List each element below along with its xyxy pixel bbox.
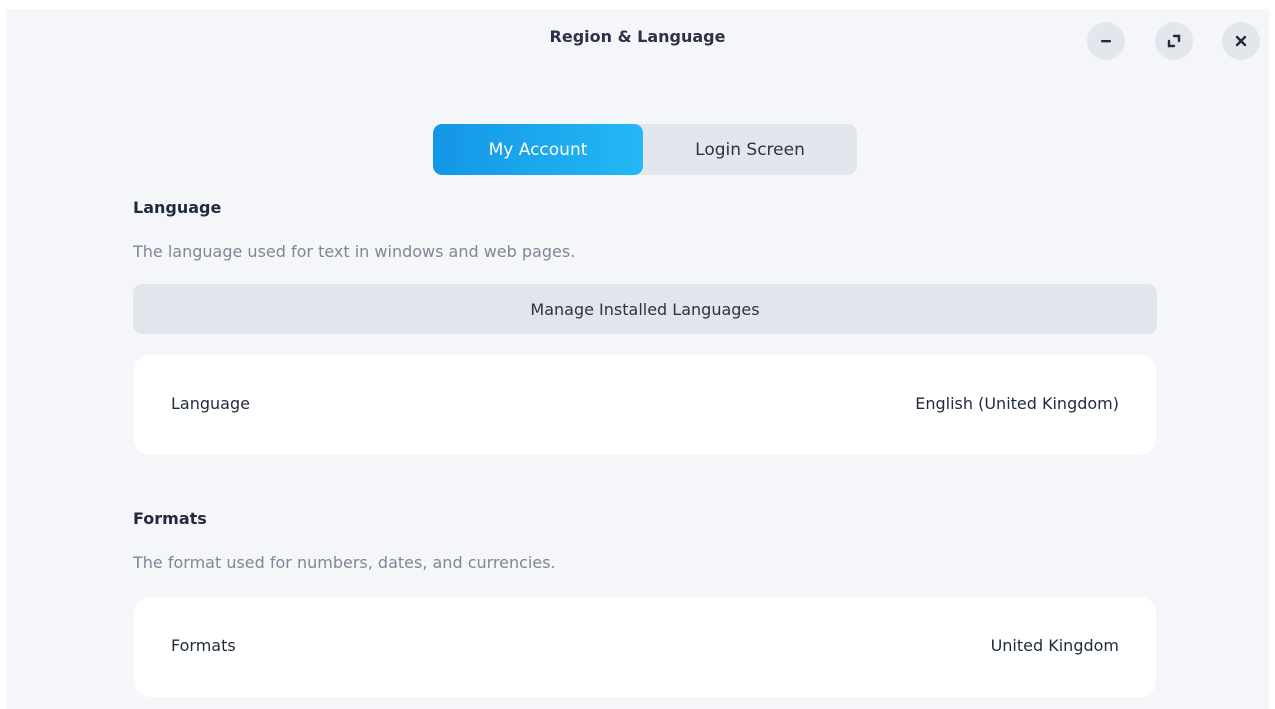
window-title: Region & Language: [549, 27, 726, 46]
minimize-button[interactable]: [1087, 22, 1125, 60]
maximize-icon: [1167, 34, 1181, 48]
tab-login-screen[interactable]: Login Screen: [643, 124, 857, 175]
formats-row[interactable]: Formats United Kingdom: [134, 597, 1156, 697]
close-button[interactable]: [1222, 22, 1260, 60]
manage-installed-languages-button[interactable]: Manage Installed Languages: [133, 284, 1157, 334]
maximize-button[interactable]: [1155, 22, 1193, 60]
title-bar: Region & Language: [6, 9, 1269, 71]
language-section-description: The language used for text in windows an…: [133, 242, 576, 261]
formats-row-label: Formats: [171, 636, 236, 655]
view-switcher: My Account Login Screen: [433, 124, 857, 175]
language-section-heading: Language: [133, 198, 222, 217]
formats-row-value: United Kingdom: [990, 636, 1119, 655]
language-row[interactable]: Language English (United Kingdom): [134, 355, 1156, 455]
language-row-label: Language: [171, 394, 250, 413]
close-icon: [1234, 34, 1248, 48]
minimize-icon: [1099, 34, 1113, 48]
tab-my-account[interactable]: My Account: [433, 124, 643, 175]
region-language-window: Region & Language My Account Login Scree…: [6, 9, 1269, 709]
language-row-value: English (United Kingdom): [915, 394, 1119, 413]
formats-section-description: The format used for numbers, dates, and …: [133, 553, 556, 572]
formats-section-heading: Formats: [133, 509, 207, 528]
